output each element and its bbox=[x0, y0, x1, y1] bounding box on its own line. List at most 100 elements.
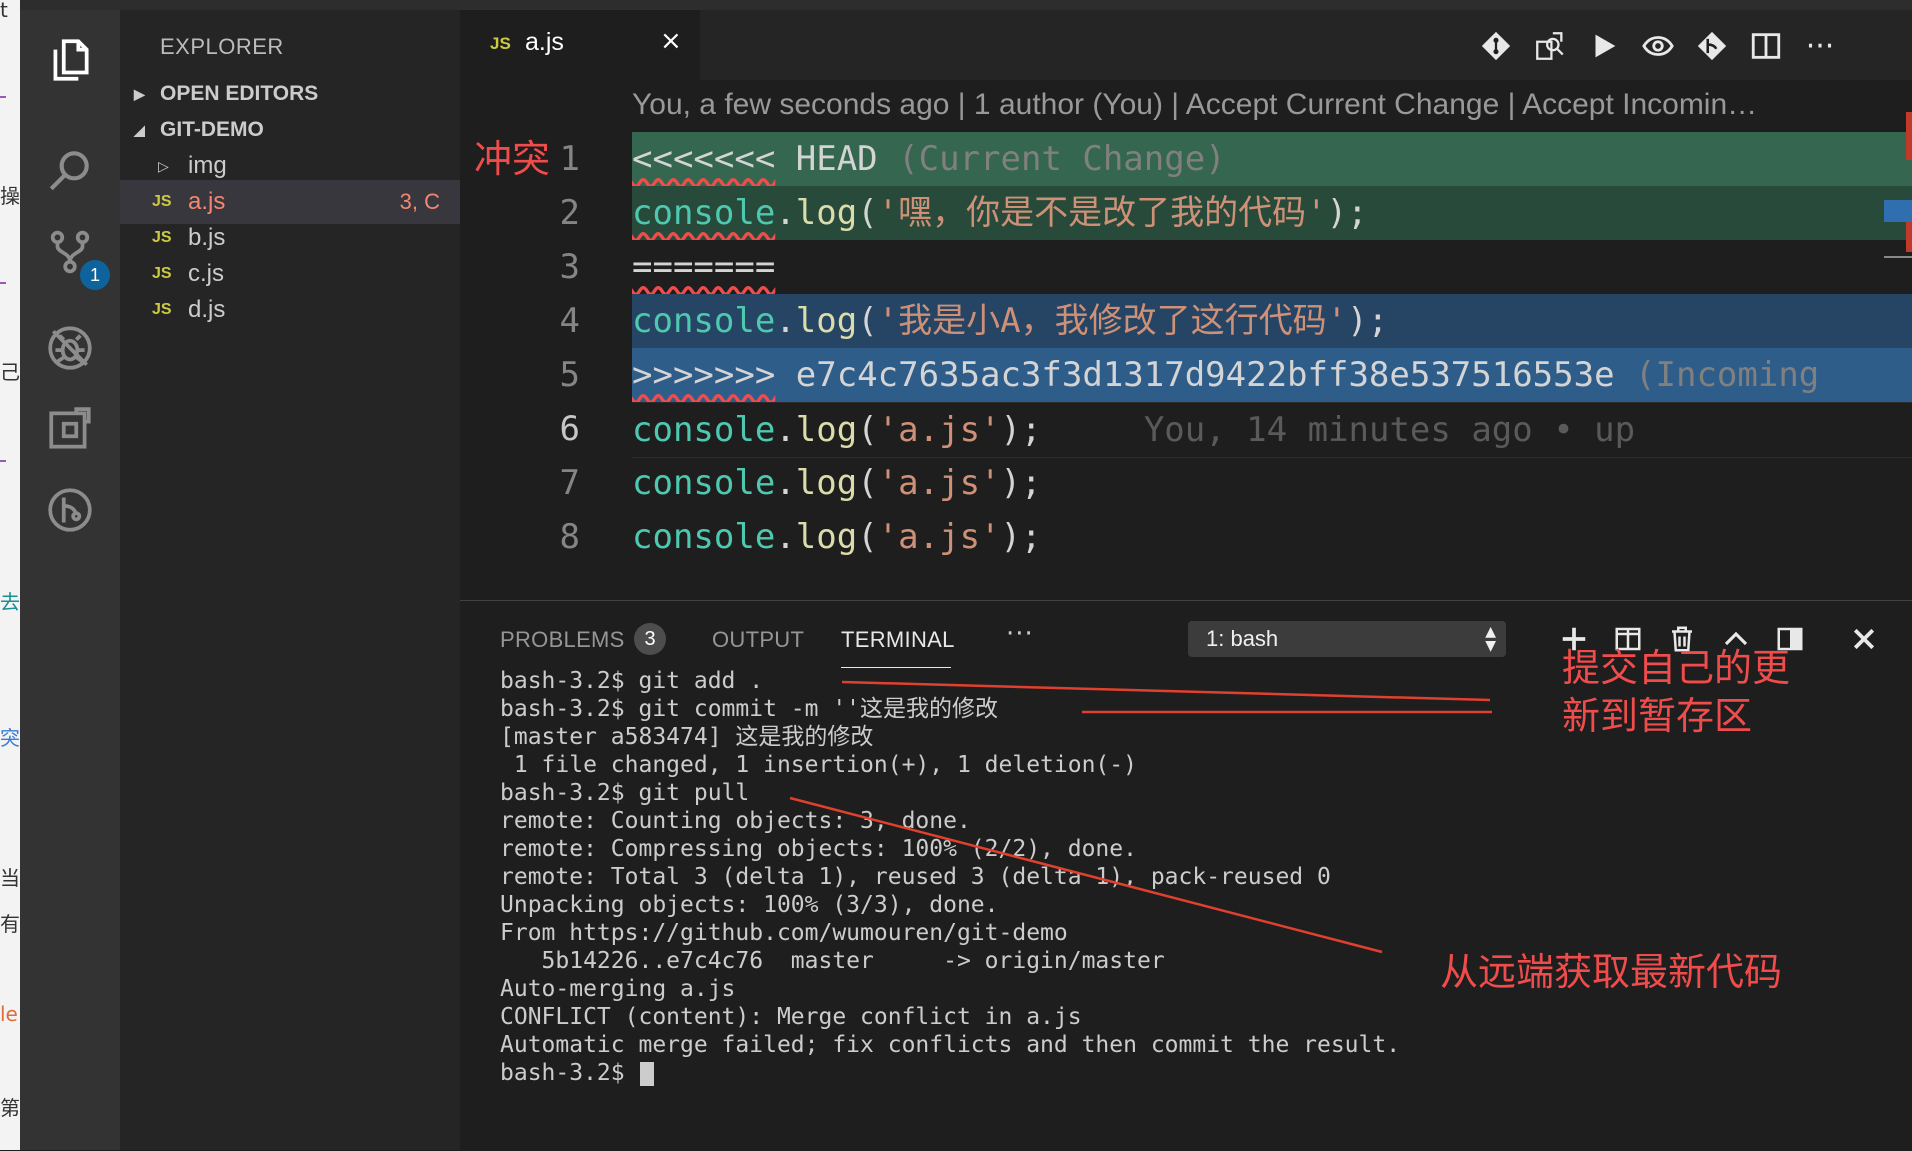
window-top-edge bbox=[20, 0, 1912, 10]
code-token: console bbox=[632, 410, 776, 450]
code-token: ); bbox=[1000, 463, 1042, 503]
toggle-history-icon[interactable] bbox=[1636, 24, 1680, 68]
tab-problems[interactable]: PROBLEMS bbox=[500, 627, 625, 653]
code-token: . bbox=[775, 410, 796, 450]
overview-ruler-marker bbox=[1906, 222, 1912, 252]
select-arrows-icon: ▲ ▼ bbox=[1485, 624, 1496, 654]
strip-char: 有 bbox=[0, 912, 20, 936]
annotation-pull: 从远端获取最新代码 bbox=[1440, 950, 1783, 994]
code-token: . bbox=[775, 517, 796, 557]
background-page-strip: t 操 己 去 突 当 有 le 第 bbox=[0, 0, 20, 1150]
line-number: 5 bbox=[559, 355, 580, 395]
codelens-bar[interactable]: You, a few seconds ago | 1 author (You) … bbox=[632, 88, 1757, 122]
code-token: log bbox=[795, 301, 858, 341]
code-token: . bbox=[775, 301, 796, 341]
terminal-prompt-line[interactable]: bash-3.2$ bbox=[500, 1059, 1880, 1087]
code-token: >>>>>>> bbox=[632, 355, 776, 395]
code-token: ); bbox=[1000, 517, 1042, 557]
line-number: 1 bbox=[559, 139, 580, 179]
code-token: <<<<<<< bbox=[632, 139, 776, 179]
code-text: console.log('a.js'); bbox=[632, 456, 1912, 510]
tree-file-d-js[interactable]: JS d.js bbox=[120, 288, 460, 332]
code-token: ); bbox=[1000, 410, 1042, 450]
terminal-line: bash-3.2$ git pull bbox=[500, 780, 750, 806]
code-token: ( bbox=[857, 193, 878, 233]
files-icon[interactable] bbox=[20, 10, 120, 110]
code-token: ( bbox=[857, 301, 878, 341]
explorer-title: EXPLORER bbox=[160, 34, 284, 59]
editor-tab-bar: JS a.js × ··· bbox=[460, 10, 1912, 80]
more-tabs-icon[interactable]: ··· bbox=[1006, 619, 1034, 649]
code-token: log bbox=[795, 410, 858, 450]
open-changes-icon[interactable] bbox=[1528, 24, 1572, 68]
code-token: ======= bbox=[632, 247, 776, 287]
code-line[interactable]: 6 console.log('a.js'); You, 14 minutes ag… bbox=[460, 402, 1912, 458]
code-text: console.log('嘿，你是不是改了我的代码'); bbox=[632, 186, 1912, 240]
activity-bar: 1 bbox=[20, 10, 120, 1150]
problems-count-badge: 3 bbox=[634, 623, 666, 655]
strip-char: t bbox=[0, 0, 8, 22]
code-token: log bbox=[795, 517, 858, 557]
code-token: '我是小A，我修改了这行代码' bbox=[877, 301, 1348, 341]
scm-badge: 1 bbox=[80, 260, 110, 290]
strip-char: 第 bbox=[0, 1096, 20, 1120]
tab-terminal[interactable]: TERMINAL bbox=[841, 627, 955, 653]
code-token: You, 14 minutes ago • up bbox=[1041, 410, 1636, 450]
code-line[interactable]: 8 console.log('a.js'); bbox=[460, 510, 1912, 564]
code-line[interactable]: 3 ======= bbox=[460, 240, 1912, 294]
strip-char: 己 bbox=[0, 360, 20, 384]
code-token: 'a.js' bbox=[877, 410, 1001, 450]
code-token: console bbox=[632, 463, 776, 503]
code-token: ( bbox=[857, 410, 878, 450]
close-icon[interactable]: × bbox=[660, 26, 682, 56]
terminal-cursor bbox=[640, 1061, 655, 1086]
tab-a-js[interactable]: JS a.js × bbox=[460, 10, 700, 80]
code-token: 'a.js' bbox=[877, 463, 1001, 503]
code-line[interactable]: 7 console.log('a.js'); bbox=[460, 456, 1912, 510]
code-token: ( bbox=[857, 517, 878, 557]
code-line[interactable]: 2 console.log('嘿，你是不是改了我的代码'); bbox=[460, 186, 1912, 240]
overview-ruler-marker bbox=[1906, 112, 1912, 160]
code-token: '嘿，你是不是改了我的代码' bbox=[877, 193, 1327, 233]
tab-label: a.js bbox=[525, 28, 564, 56]
code-token: log bbox=[795, 463, 858, 503]
more-actions-icon[interactable]: ··· bbox=[1798, 24, 1842, 68]
code-token: console bbox=[632, 301, 776, 341]
terminal-line: remote: Compressing objects: 100% (2/2),… bbox=[500, 836, 1137, 862]
run-icon[interactable] bbox=[1582, 24, 1626, 68]
gitlens-icon[interactable] bbox=[20, 460, 120, 560]
code-token: 'a.js' bbox=[877, 517, 1001, 557]
terminal-select[interactable]: 1: bash ▲ ▼ bbox=[1188, 621, 1506, 657]
code-text: ======= bbox=[632, 240, 1912, 294]
code-token: ( bbox=[857, 463, 878, 503]
close-panel-icon[interactable] bbox=[1844, 619, 1884, 659]
code-token: . bbox=[775, 193, 796, 233]
strip-char: 操 bbox=[0, 184, 20, 208]
strip-char: 去 bbox=[0, 590, 20, 614]
terminal-line: Automatic merge failed; fix conflicts an… bbox=[500, 1032, 1401, 1058]
code-line[interactable]: 5 >>>>>>> e7c4c7635ac3f3d1317d9422bff38e5… bbox=[460, 348, 1912, 402]
source-control-icon[interactable]: 1 bbox=[20, 202, 120, 302]
line-number: 3 bbox=[559, 247, 580, 287]
terminal-prompt: bash-3.2$ bbox=[500, 1060, 639, 1086]
code-line[interactable]: 1 <<<<<<< HEAD (Current Change) bbox=[460, 132, 1912, 186]
code-token: (Incoming bbox=[1635, 355, 1820, 395]
overview-ruler-marker bbox=[1884, 200, 1912, 222]
code-line[interactable]: 4 console.log('我是小A，我修改了这行代码'); bbox=[460, 294, 1912, 348]
strip-char: le bbox=[0, 1002, 18, 1026]
code-editor[interactable]: You, a few seconds ago | 1 author (You) … bbox=[460, 80, 1912, 600]
line-number: 6 bbox=[559, 409, 580, 449]
js-file-icon: JS bbox=[490, 34, 511, 53]
split-editor-icon[interactable] bbox=[1744, 24, 1788, 68]
git-commit-icon[interactable] bbox=[1690, 24, 1734, 68]
git-compare-icon[interactable] bbox=[1474, 24, 1518, 68]
code-token: console bbox=[632, 517, 776, 557]
strip-char: 当 bbox=[0, 866, 20, 890]
terminal-line: From https://github.com/wumouren/git-dem… bbox=[500, 920, 1068, 946]
overview-ruler-marker bbox=[1884, 256, 1912, 258]
line-number: 8 bbox=[559, 517, 580, 557]
code-text: console.log('a.js'); You, 14 minutes ago… bbox=[632, 402, 1912, 458]
annotation-commit-line1: 提交自己的更 bbox=[1562, 646, 1791, 690]
code-token: . bbox=[775, 463, 796, 503]
tab-output[interactable]: OUTPUT bbox=[712, 627, 804, 653]
